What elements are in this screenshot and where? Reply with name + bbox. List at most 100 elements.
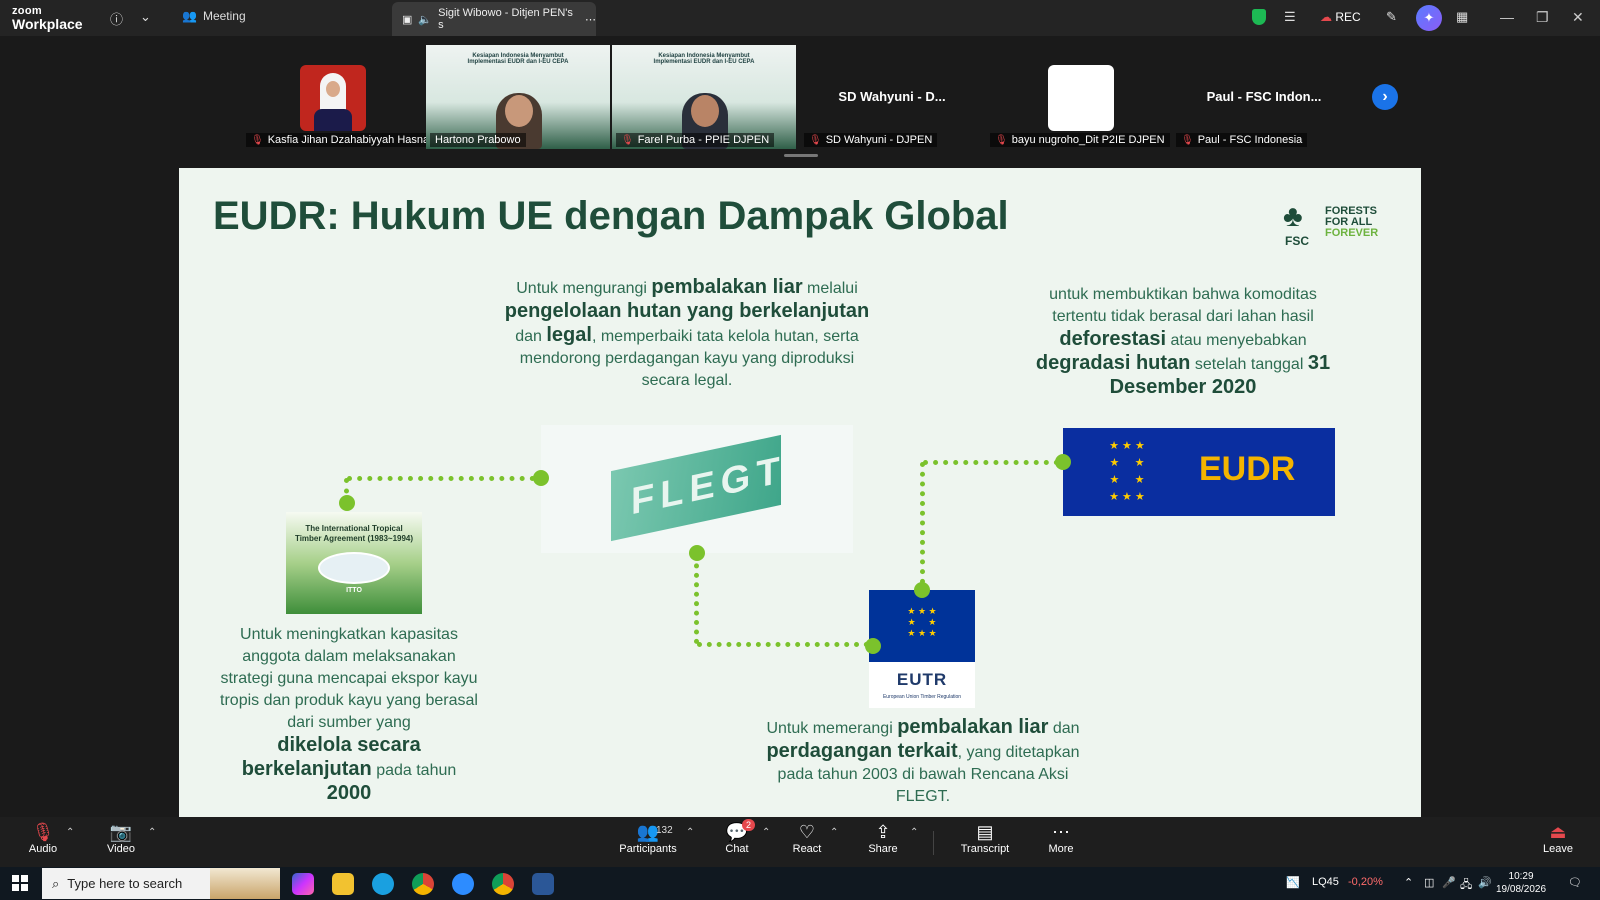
speaker-tab[interactable]: ▣ 🔈 Sigit Wibowo - Ditjen PEN's s ⋯ [392, 2, 596, 36]
timeline-dot [914, 582, 930, 598]
eudr-logo: ★ ★ ★ ★ ★ ★ ★ ★ ★ ★ EUDR [1063, 428, 1335, 516]
chat-options-icon[interactable]: ⌃ [762, 827, 770, 838]
volume-icon[interactable]: 🔊 [1478, 876, 1492, 889]
notifications-icon[interactable]: 🗨 [1568, 876, 1582, 889]
rec-label: REC [1335, 10, 1361, 24]
connector-line [697, 642, 869, 647]
participant-name: 🎙 Paul - FSC Indonesia [1176, 133, 1308, 147]
camera-off-icon: 📷 [109, 822, 133, 842]
avatar [1048, 65, 1114, 131]
mic-muted-icon: 🎙 [995, 134, 1008, 146]
windows-start-icon[interactable] [12, 875, 28, 891]
stock-change: -0,20% [1348, 876, 1383, 888]
video-options-icon[interactable]: ⌃ [148, 827, 156, 838]
notes-icon[interactable]: ☰ [1284, 9, 1296, 25]
globe-icon [318, 552, 390, 584]
video-button[interactable]: 📷 Video [86, 821, 156, 855]
gallery-view-icon[interactable]: ▦ [1456, 9, 1468, 25]
close-icon[interactable]: ✕ [1572, 9, 1584, 26]
participant-display-name: SD Wahyuni - D... [838, 89, 946, 104]
copilot-icon[interactable] [292, 873, 314, 895]
mic-muted-icon: 🎙 [251, 134, 264, 146]
chrome-icon[interactable] [412, 873, 434, 895]
chat-badge: 2 [742, 819, 756, 831]
share-screen-icon: ▣ [402, 13, 413, 26]
file-explorer-icon[interactable] [332, 873, 354, 895]
participant-tile[interactable]: SD Wahyuni - D... 🎙 SD Wahyuni - DJPEN [800, 45, 984, 149]
participants-button[interactable]: 👥 132 Participants [612, 821, 684, 855]
chevron-up-icon[interactable]: ⌃ [1404, 876, 1413, 889]
itto-cover-image: The International Tropical Timber Agreem… [286, 512, 422, 614]
search-highlight-image [210, 868, 280, 899]
transcript-button[interactable]: ▤ Transcript [950, 821, 1020, 855]
brand-bottom: Workplace [12, 16, 83, 32]
flegt-diagram-image: FLEGT [541, 425, 853, 553]
connector-line [694, 554, 699, 644]
mic-muted-icon: 🎙 [1181, 134, 1194, 146]
title-bar: zoom Workplace ⓘ ⌄ 👥 Meeting ▣ 🔈 Sigit W… [0, 0, 1600, 36]
security-shield-icon[interactable] [1252, 9, 1266, 25]
chevron-down-icon[interactable]: ⌄ [140, 9, 151, 25]
chrome-profile-icon[interactable] [492, 873, 514, 895]
participant-tile-active[interactable]: Kesiapan Indonesia Menyambut Implementas… [426, 45, 610, 149]
taskbar-search[interactable]: ⌕ Type here to search [42, 868, 280, 899]
participant-tile[interactable]: 🎙 bayu nugroho_Dit P2IE DJPEN [986, 45, 1170, 149]
resize-handle[interactable] [784, 154, 818, 157]
participant-tile[interactable]: 🎙 Kasfia Jihan Dzahabiyyah Hasna' [242, 45, 426, 149]
more-button[interactable]: ⋯ More [1026, 821, 1096, 855]
zoom-app-icon[interactable] [452, 873, 474, 895]
share-options-icon[interactable]: ⌃ [910, 827, 918, 838]
search-placeholder: Type here to search [67, 876, 183, 891]
stock-ticker[interactable]: LQ45 [1312, 876, 1339, 888]
transcript-icon: ▤ [976, 822, 994, 842]
eutr-logo: ★ ★ ★ ★ ★ ★ ★ ★ EUTR European Union Timber… [869, 590, 975, 708]
participants-icon: 👥 [636, 822, 660, 842]
meeting-button[interactable]: 👥 Meeting [182, 9, 246, 23]
eu-stars-icon: ★ ★ ★ ★ ★ ★ ★ ★ ★ ★ [1109, 440, 1145, 503]
participant-name: Hartono Prabowo [430, 133, 526, 147]
camera-tray-icon[interactable]: ◫ [1424, 876, 1434, 889]
itto-description: Untuk meningkatkan kapasitas anggota dal… [220, 626, 478, 804]
microphone-tray-icon[interactable]: 🎤 [1442, 876, 1456, 889]
info-icon[interactable]: ⓘ [110, 9, 123, 28]
mic-muted-icon: 🎙 [809, 134, 822, 146]
share-button[interactable]: ⇪ Share [848, 821, 918, 855]
audio-options-icon[interactable]: ⌃ [66, 827, 74, 838]
restore-icon[interactable]: ❐ [1536, 9, 1549, 26]
leave-button[interactable]: ⏏ Leave [1522, 821, 1594, 855]
fsc-logo: ♣ FSC FORESTS FOR ALL FOREVER [1283, 200, 1379, 248]
next-page-icon[interactable]: › [1372, 84, 1398, 110]
meeting-toolbar: 🎙 Audio ⌃ 📷 Video ⌃ 👥 132 Participants ⌃ 💬… [0, 817, 1600, 867]
network-icon[interactable]: 🖧 [1460, 876, 1472, 895]
flegt-description: Untuk mengurangi pembalakan liar melalui… [504, 276, 870, 389]
annotate-icon[interactable]: ✎ [1386, 9, 1397, 25]
participants-options-icon[interactable]: ⌃ [686, 827, 694, 838]
word-icon[interactable] [532, 873, 554, 895]
eutr-description: Untuk memerangi pembalakan liar dan perd… [766, 716, 1080, 805]
recording-indicator[interactable]: ☁ REC [1320, 10, 1361, 24]
more-icon: ⋯ [1052, 822, 1070, 842]
fsc-tagline: FORESTS FOR ALL FOREVER [1325, 205, 1379, 239]
minimize-icon[interactable]: — [1500, 9, 1514, 25]
more-options-icon[interactable]: ⋯ [585, 13, 596, 26]
avatar [300, 65, 366, 131]
stock-chart-icon[interactable]: 📉 [1286, 876, 1300, 889]
cloud-record-icon: ☁ [1320, 10, 1332, 24]
participant-strip: 🎙 Kasfia Jihan Dzahabiyyah Hasna' Kesiapa… [0, 36, 1600, 164]
speaker-icon: 🔈 [418, 13, 433, 26]
timeline-dot [689, 545, 705, 561]
ai-companion-icon[interactable]: ✦ [1416, 5, 1442, 31]
edge-icon[interactable] [372, 873, 394, 895]
tree-icon: ♣ [1283, 200, 1303, 233]
eudr-description: untuk membuktikan bahwa komoditas terten… [1035, 286, 1331, 398]
slide-title: EUDR: Hukum UE dengan Dampak Global [213, 194, 1009, 238]
system-clock[interactable]: 10:29 19/08/2026 [1496, 870, 1546, 896]
participant-tile[interactable]: Kesiapan Indonesia Menyambut Implementas… [612, 45, 796, 149]
participant-name: 🎙 SD Wahyuni - DJPEN [804, 133, 938, 147]
participant-tile[interactable]: Paul - FSC Indon... 🎙 Paul - FSC Indonesi… [1172, 45, 1356, 149]
shared-screen: EUDR: Hukum UE dengan Dampak Global ♣ FS… [179, 168, 1421, 817]
windows-taskbar: ⌕ Type here to search 📉 LQ45 -0,20% ⌃ ◫ … [0, 867, 1600, 900]
react-options-icon[interactable]: ⌃ [830, 827, 838, 838]
participant-name: 🎙 Farel Purba - PPIE DJPEN [616, 133, 775, 147]
leave-icon: ⏏ [1549, 822, 1567, 842]
